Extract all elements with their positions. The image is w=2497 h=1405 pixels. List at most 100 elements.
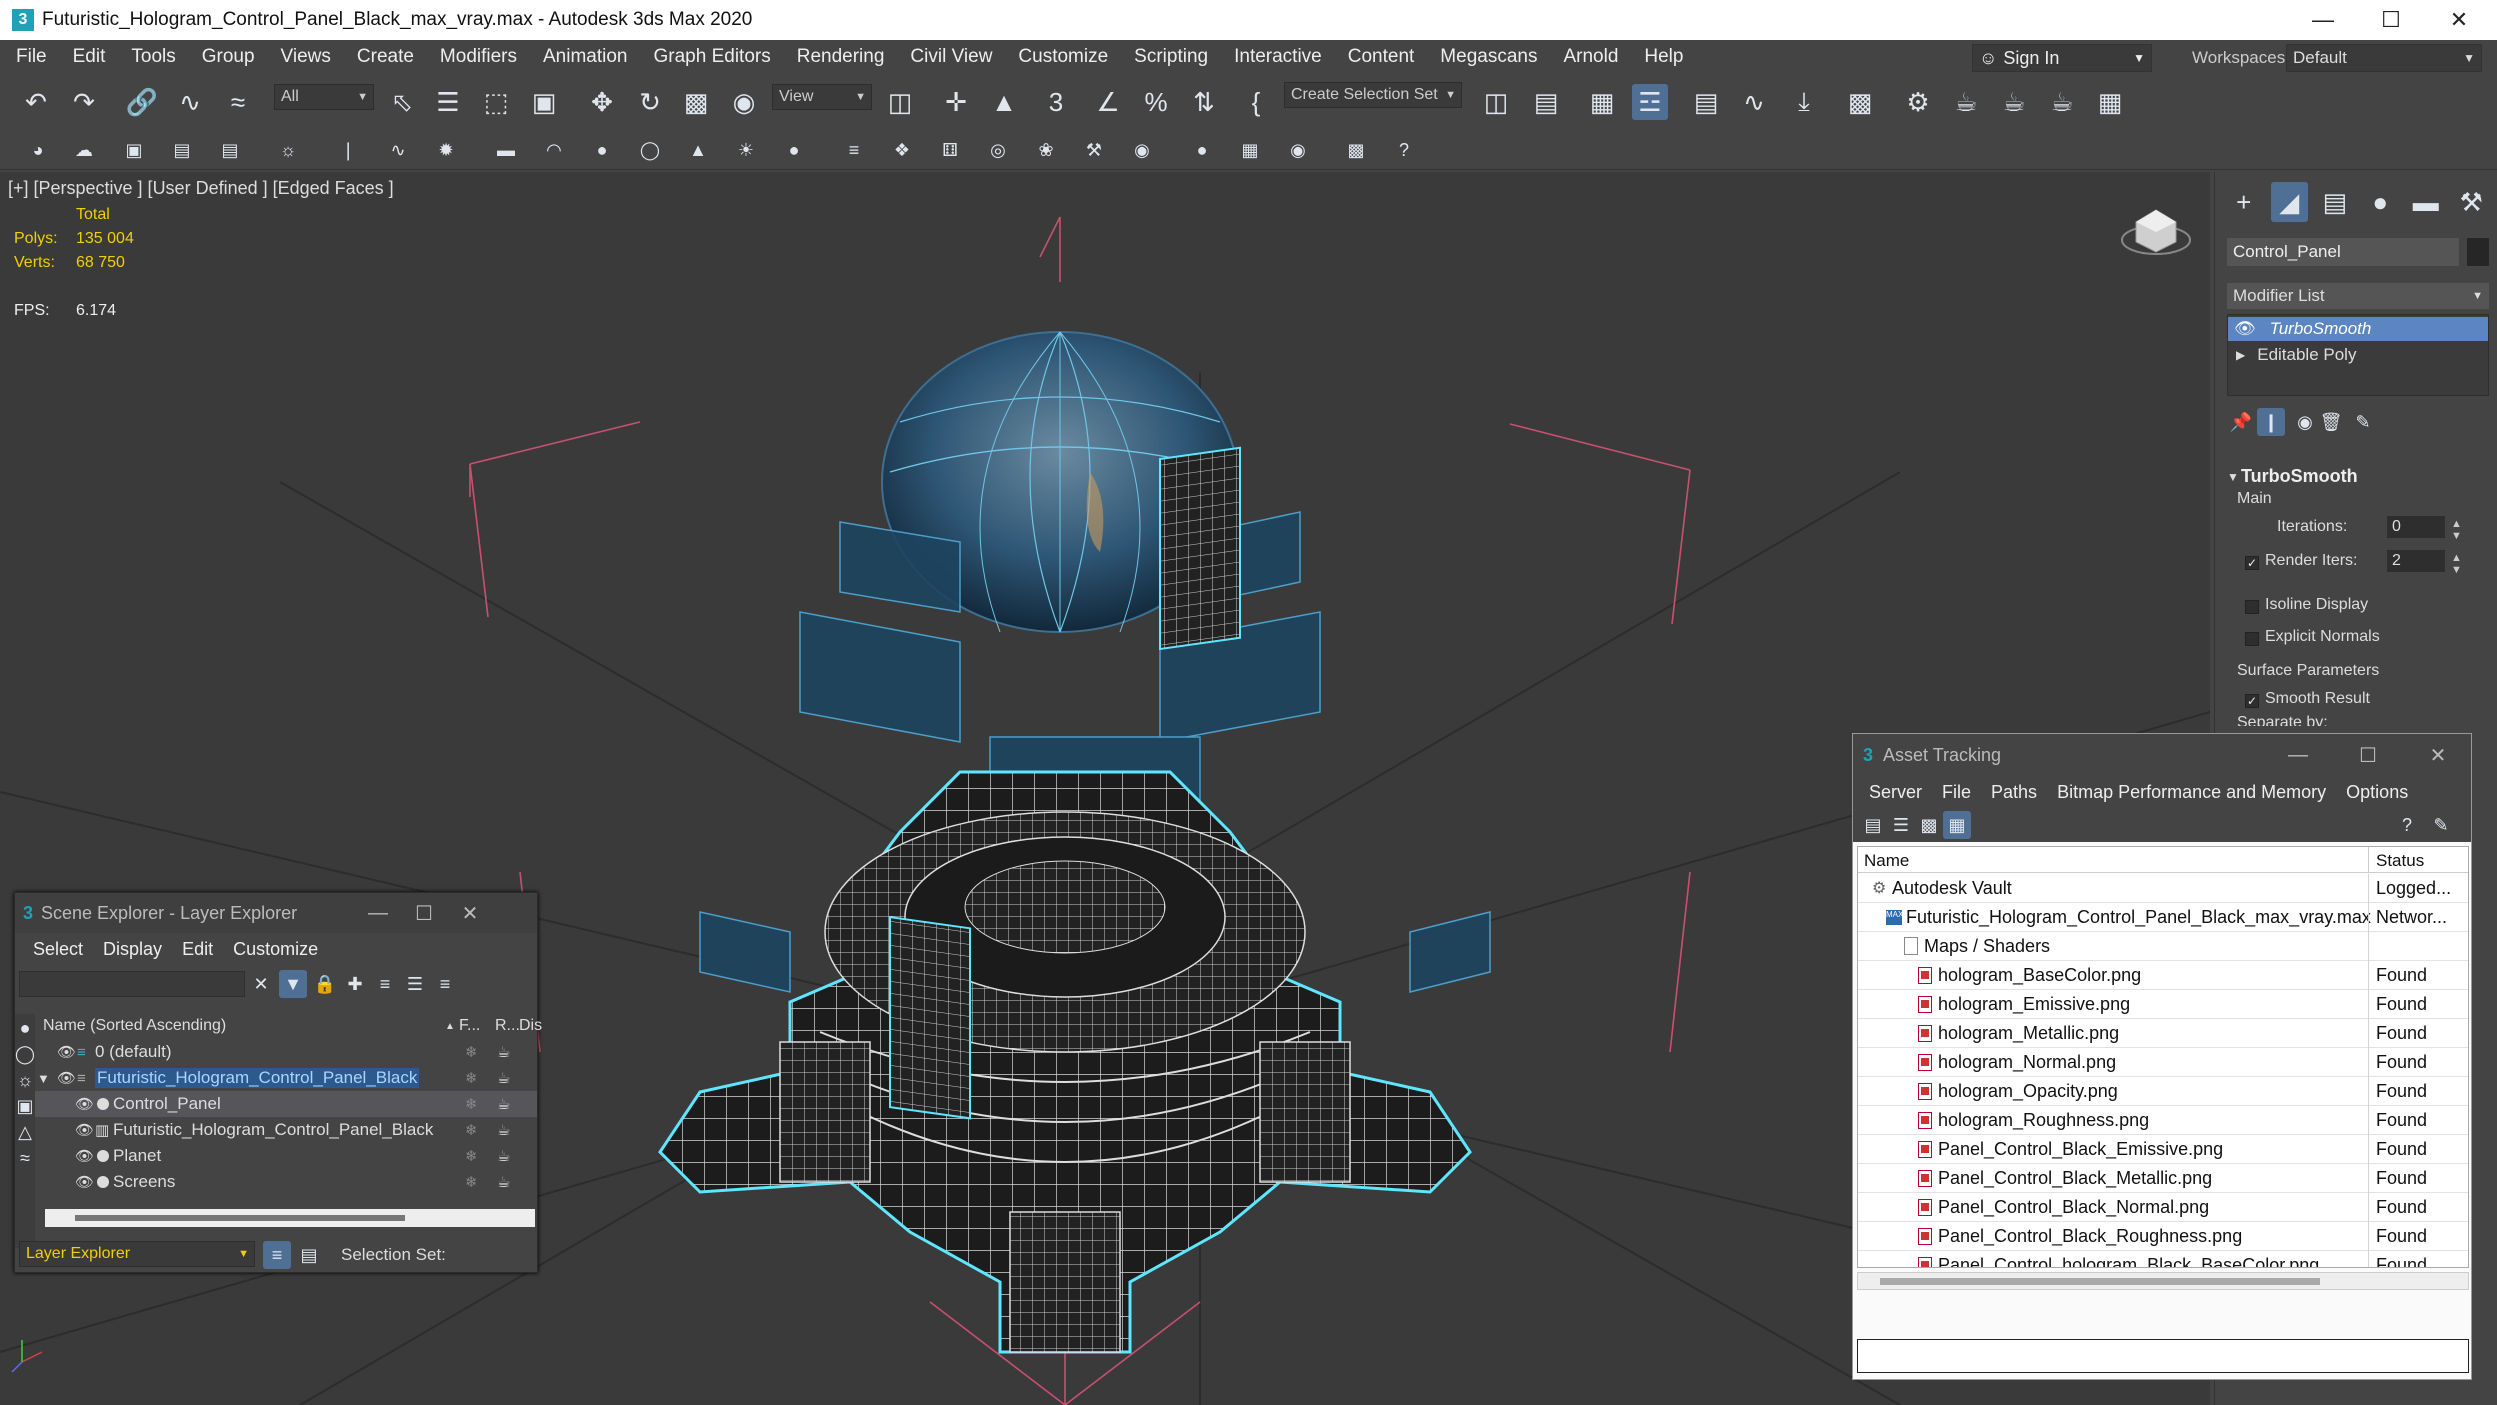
horizontal-scrollbar[interactable]	[1857, 1272, 2469, 1290]
light-bulb-icon[interactable]: ☼	[274, 136, 302, 164]
filter-icon[interactable]: ▼	[279, 970, 307, 998]
window-crossing-icon[interactable]: ▣	[526, 84, 562, 120]
se-menu-select[interactable]: Select	[23, 939, 93, 960]
refresh-icon[interactable]: ▤	[1859, 811, 1887, 839]
search-input[interactable]	[19, 971, 245, 997]
render-teapot-icon[interactable]: ☕	[497, 1043, 510, 1061]
scrollbar-thumb[interactable]	[1880, 1278, 2320, 1285]
freeze-icon[interactable]: ❄	[465, 1043, 478, 1061]
modifier-list-dropdown[interactable]: Modifier List ▼	[2227, 283, 2489, 309]
sphere-icon[interactable]: ●	[588, 136, 616, 164]
asset-row[interactable]: Panel_Control_Black_Metallic.png Found	[1858, 1164, 2468, 1193]
layers-toggle-icon[interactable]: ≡	[263, 1241, 291, 1269]
eye-icon[interactable]: 👁	[75, 1121, 94, 1139]
rendered-frame-window-icon[interactable]: ☕	[1948, 84, 1984, 120]
select-object-icon[interactable]: ⬁	[384, 84, 420, 120]
pivot-center-icon[interactable]: ◫	[882, 84, 918, 120]
asset-row[interactable]: hologram_Emissive.png Found	[1858, 990, 2468, 1019]
show-end-result-icon[interactable]: ❙	[2257, 408, 2285, 436]
at-menu-file[interactable]: File	[1932, 782, 1981, 803]
menu-help[interactable]: Help	[1631, 46, 1696, 68]
asset-row[interactable]: Panel_Control_Black_Normal.png Found	[1858, 1193, 2468, 1222]
hierarchy-icon[interactable]: ☰	[401, 970, 429, 998]
render-teapot-icon[interactable]: ☕	[497, 1147, 510, 1165]
create-tab-icon[interactable]: +	[2225, 182, 2263, 222]
asset-path-field[interactable]	[1857, 1339, 2469, 1373]
pin-icon[interactable]: ✎	[2427, 811, 2455, 839]
mirror-icon[interactable]: ◫	[1478, 84, 1514, 120]
scene-explorer-toggle-icon[interactable]: ▦	[1584, 84, 1620, 120]
configure-sets-icon[interactable]: ✎	[2349, 408, 2377, 436]
rotate-icon[interactable]: ↻	[632, 84, 668, 120]
menu-group[interactable]: Group	[189, 46, 268, 68]
explicit-normals-checkbox[interactable]	[2245, 632, 2259, 646]
layers-icon[interactable]: ≡	[371, 970, 399, 998]
named-selection-set-dropdown[interactable]: Create Selection Set ▼	[1284, 82, 1462, 108]
keyboard-shortcut-override-icon[interactable]: ▲	[986, 84, 1022, 120]
placement-icon[interactable]: ◉	[726, 84, 762, 120]
freeze-icon[interactable]: ❄	[465, 1173, 478, 1191]
dome-icon[interactable]: ◠	[540, 136, 568, 164]
plant-icon[interactable]: ❀	[1032, 136, 1060, 164]
vray-toggle-icon[interactable]: ◉	[1284, 136, 1312, 164]
plane-icon[interactable]: ▬	[492, 136, 520, 164]
display-tab-icon[interactable]: ▬	[2407, 182, 2445, 222]
scale-icon[interactable]: ▩	[678, 84, 714, 120]
explorer-type-dropdown[interactable]: Layer Explorer ▼	[19, 1241, 255, 1267]
eye-icon[interactable]: 👁	[57, 1069, 76, 1087]
column-name[interactable]: Name (Sorted Ascending)	[43, 1017, 226, 1035]
freeze-icon[interactable]: ❄	[465, 1069, 478, 1087]
menu-tools[interactable]: Tools	[118, 46, 188, 68]
menu-views[interactable]: Views	[268, 46, 344, 68]
cone-icon[interactable]: ▲	[684, 136, 712, 164]
list-view-icon[interactable]: ☰	[1887, 811, 1915, 839]
asset-row[interactable]: Panel_Control_Black_Emissive.png Found	[1858, 1135, 2468, 1164]
menu-file[interactable]: File	[3, 46, 60, 68]
material-ball-icon[interactable]: ●	[1188, 136, 1216, 164]
sun-icon[interactable]: ☀	[732, 136, 760, 164]
thumbnail-view-icon[interactable]: ▩	[1915, 811, 1943, 839]
link-icon[interactable]: 🔗	[124, 84, 160, 120]
rollout-collapse-icon[interactable]: ▼	[2227, 470, 2239, 484]
column-display[interactable]: Dis	[519, 1017, 542, 1035]
spinner-snap-icon[interactable]: ⇅	[1186, 84, 1222, 120]
scene-explorer-titlebar[interactable]: 3 Scene Explorer - Layer Explorer — ☐ ✕	[15, 893, 537, 933]
edit-named-selection-icon[interactable]: {	[1238, 84, 1274, 120]
help-icon[interactable]: ?	[2393, 811, 2421, 839]
asset-row[interactable]: hologram_Opacity.png Found	[1858, 1077, 2468, 1106]
menu-edit[interactable]: Edit	[60, 46, 119, 68]
menu-civil-view[interactable]: Civil View	[897, 46, 1005, 68]
curve-editor-icon[interactable]: ∿	[1736, 84, 1772, 120]
omni-light-icon[interactable]: ●	[780, 136, 808, 164]
spline-icon[interactable]: ∿	[384, 136, 412, 164]
render-cloud-icon[interactable]: ☕	[2044, 84, 2080, 120]
menu-graph-editors[interactable]: Graph Editors	[641, 46, 784, 68]
select-by-name-icon[interactable]: ☰	[430, 84, 466, 120]
freeze-icon[interactable]: ❄	[465, 1121, 478, 1139]
help-icon[interactable]: ?	[1390, 136, 1418, 164]
asset-row[interactable]: hologram_BaseColor.png Found	[1858, 961, 2468, 990]
rollout-title[interactable]: TurboSmooth	[2241, 466, 2358, 487]
unlink-icon[interactable]: ∿	[172, 84, 208, 120]
teapot-icon[interactable]: ◕	[24, 136, 52, 164]
menu-create[interactable]: Create	[344, 46, 427, 68]
torus-icon[interactable]: ◯	[636, 136, 664, 164]
spinner-arrows-icon[interactable]: ▲ ▼	[2451, 552, 2462, 576]
object-row-screens[interactable]: 👁 Screens ❄ ☕	[35, 1169, 537, 1195]
particles-icon[interactable]: ✹	[432, 136, 460, 164]
iterations-spinner[interactable]: 0	[2387, 516, 2445, 538]
box-icon[interactable]: ▣	[120, 136, 148, 164]
hair-icon[interactable]: ≡	[840, 136, 868, 164]
layer-icon[interactable]: ▤	[168, 136, 196, 164]
rectangular-selection-icon[interactable]: ⬚	[478, 84, 514, 120]
menu-scripting[interactable]: Scripting	[1121, 46, 1221, 68]
column-render[interactable]: R...	[495, 1017, 520, 1035]
hierarchy-tab-icon[interactable]: ▤	[2316, 182, 2354, 222]
lock-icon[interactable]: 🔒	[311, 970, 339, 998]
maximize-button[interactable]: ☐	[401, 893, 447, 933]
se-menu-customize[interactable]: Customize	[223, 939, 328, 960]
render-in-viewport-icon[interactable]: ▦	[2092, 84, 2128, 120]
expand-arrow-icon[interactable]: ▶	[2236, 348, 2245, 362]
close-button[interactable]: ✕	[2403, 734, 2473, 776]
pin-stack-icon[interactable]: 📌	[2227, 408, 2255, 436]
